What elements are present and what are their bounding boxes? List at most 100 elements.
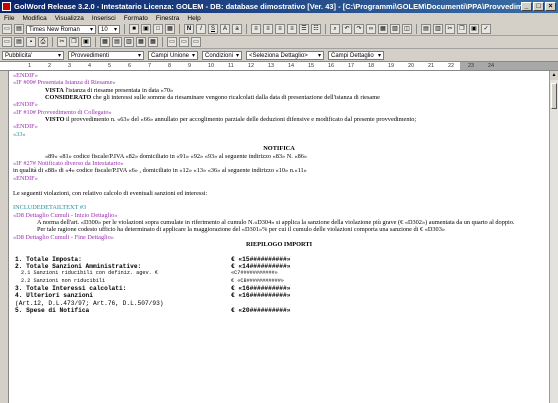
numbering-icon[interactable]: ☷ [311,24,321,34]
header-icon[interactable]: ▭ [167,37,177,47]
condizioni-select[interactable]: Condizioni ▾ [202,50,242,60]
page-break-icon[interactable]: ▭ [191,37,201,47]
summary-row: 2.2 Sanzioni non riducibili € «C8########… [15,278,351,285]
cut-icon[interactable]: ✂ [445,24,455,34]
search-icon[interactable]: ⌕ [330,24,340,34]
ruler-mark: 16 [328,63,335,69]
document-body[interactable]: «ENDIF» «IF #09# Presentata Istanza di R… [13,72,545,314]
new-document-icon[interactable]: ▭ [2,37,12,47]
ruler-mark: 20 [408,63,415,69]
ruler-mark: 9 [188,63,192,69]
image-icon[interactable]: ▧ [390,24,400,34]
summary-value: € «20##########» [231,307,291,314]
app-icon [2,2,11,11]
vertical-scrollbar[interactable]: ▲ [549,71,558,403]
close-button[interactable]: × [545,2,556,11]
subscript-icon[interactable]: a [232,24,242,34]
font-name-select[interactable]: Times New Roman ▾ [26,24,96,34]
provvedimenti-select[interactable]: Provvedimenti ▾ [68,50,144,60]
table-row-icon[interactable]: ▤ [112,37,122,47]
footer-icon[interactable]: ▭ [179,37,189,47]
paste-icon[interactable]: ▣ [81,37,91,47]
table-merge-icon[interactable]: ▦ [136,37,146,47]
summary-value: € «C8###########» [231,277,284,284]
menu-bar: File Modifica Visualizza Inserisci Forma… [0,13,558,23]
merge-field: «33» [13,130,26,138]
summary-value: € «14##########» [231,262,291,270]
copy-icon[interactable]: ❐ [69,37,79,47]
superscript-icon[interactable]: A [220,24,230,34]
ruler-mark: 1 [28,63,32,69]
fill-icon[interactable]: ▦ [165,24,175,34]
scroll-up-icon[interactable]: ▲ [550,71,558,80]
color-icon[interactable]: ■ [129,24,139,34]
paste-icon[interactable]: ▣ [469,24,479,34]
spellcheck-icon[interactable]: ✓ [481,24,491,34]
ruler-mark: 8 [168,63,172,69]
ruler-mark: 17 [348,63,355,69]
open-folder-icon[interactable]: ▤ [14,37,24,47]
minimize-button[interactable]: _ [521,2,532,11]
table-col-icon[interactable]: ▥ [124,37,134,47]
style-select[interactable]: Pubblicita' ▾ [2,50,64,60]
menu-finestra[interactable]: Finestra [152,15,183,22]
ruler-mark: 23 [468,63,475,69]
document-page[interactable]: «ENDIF» «IF #09# Presentata Istanza di R… [9,71,558,403]
font-size-select[interactable]: 10 ▾ [98,24,120,34]
menu-inserisci[interactable]: Inserisci [88,15,120,22]
open-icon[interactable]: ▤ [14,24,24,34]
menu-file[interactable]: File [0,15,18,22]
highlight-icon[interactable]: ▣ [141,24,151,34]
merge-field: «IF #09# Presentata Istanza di Riesame» [13,79,116,87]
dettaglio-select[interactable]: <Seleziona Dettaglio> ▾ [246,50,324,60]
align-center-icon[interactable]: ≡ [263,24,273,34]
ruler[interactable]: 1 2 3 4 5 6 7 8 9 10 11 12 13 14 15 16 1… [0,61,558,71]
redo-icon[interactable]: ↷ [354,24,364,34]
merge-field: «IF #10# Provvedimento di Collegato» [13,108,112,116]
menu-modifica[interactable]: Modifica [18,15,50,22]
ruler-mark: 4 [88,63,92,69]
summary-label: 4. Ulteriori sanzioni [15,292,93,300]
cut-icon[interactable]: ✂ [57,37,67,47]
menu-formato[interactable]: Formato [120,15,152,22]
save-icon[interactable]: ▪ [26,37,36,47]
body-text: Per tale ragione codesto ufficio ha dete… [37,226,445,234]
format-toolbar: ▭ ▤ Times New Roman ▾ 10 ▾ ■ ▣ □ ▦ N I S A… [0,23,558,36]
table-insert-icon[interactable]: ▦ [100,37,110,47]
link-icon[interactable]: ∞ [366,24,376,34]
summary-table: 1. Totale Imposta: € «15##########» 2. To… [15,256,351,315]
bullets-icon[interactable]: ☰ [299,24,309,34]
summary-row: (Art.12, D.L.473/97; Art.76, D.L.507/93) [15,300,351,307]
ruler-mark: 3 [68,63,72,69]
maximize-button[interactable]: □ [533,2,544,11]
justify-icon[interactable]: ≡ [287,24,297,34]
print-preview-icon[interactable]: ◫ [402,24,412,34]
copy-icon[interactable]: ❐ [457,24,467,34]
columns-icon[interactable]: ▥ [433,24,443,34]
align-left-icon[interactable]: ≡ [251,24,261,34]
campi-dettaglio-select[interactable]: Campi Dettaglio ▾ [328,50,384,60]
merge-field: «ENDIF» [13,72,38,79]
ruler-mark: 22 [448,63,455,69]
table-split-icon[interactable]: ▦ [148,37,158,47]
ruler-mark: 19 [388,63,395,69]
underline-icon[interactable]: S [208,24,218,34]
notifica-heading: NOTIFICA [263,145,295,153]
bold-icon[interactable]: N [184,24,194,34]
summary-label: 2. Totale Sanzioni Amministrative: [15,262,142,270]
border-icon[interactable]: □ [153,24,163,34]
print-icon[interactable]: ⎙ [38,37,48,47]
summary-value: € «15##########» [231,255,291,263]
menu-visualizza[interactable]: Visualizza [51,15,88,22]
table-icon[interactable]: ▦ [378,24,388,34]
undo-icon[interactable]: ↶ [342,24,352,34]
grid-icon[interactable]: ▤ [421,24,431,34]
new-icon[interactable]: ▭ [2,24,12,34]
campi-unione-select[interactable]: Campi Unione ▾ [148,50,198,60]
merge-field: «ENDIF» [13,101,38,109]
italic-icon[interactable]: I [196,24,206,34]
align-right-icon[interactable]: ≡ [275,24,285,34]
scroll-thumb[interactable] [551,83,557,109]
menu-help[interactable]: Help [183,15,204,22]
riepilogo-heading: RIEPILOGO IMPORTI [245,240,313,248]
